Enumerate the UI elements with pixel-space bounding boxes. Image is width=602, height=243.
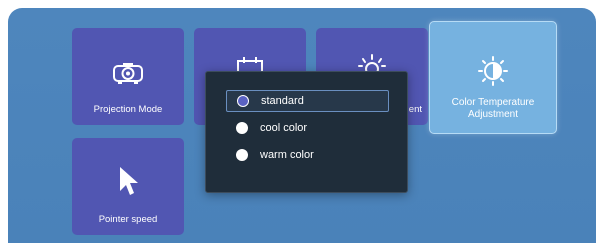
tile-label: Color Temperature Adjustment	[432, 97, 554, 121]
radio-selected-icon[interactable]	[237, 95, 249, 107]
option-label: standard	[261, 95, 304, 107]
tile-color-temperature-adjustment[interactable]: Color Temperature Adjustment	[429, 21, 557, 134]
settings-screen: Projection Mode ent Color Temperature Ad…	[8, 8, 596, 243]
tile-label: Projection Mode	[93, 104, 163, 115]
tile-label: Pointer speed	[98, 214, 158, 225]
color-temperature-popup: standard cool color warm color	[205, 71, 408, 193]
projector-icon	[72, 58, 184, 88]
option-warm-color[interactable]: warm color	[226, 144, 389, 166]
tile-projection-mode[interactable]: Projection Mode	[72, 28, 184, 125]
tile-pointer-speed[interactable]: Pointer speed	[72, 138, 184, 235]
color-temperature-icon	[430, 56, 556, 86]
option-label: cool color	[260, 122, 308, 134]
tile-label-line-1: Color Temperature	[451, 97, 535, 108]
radio-icon[interactable]	[236, 122, 248, 134]
radio-icon[interactable]	[236, 149, 248, 161]
option-standard[interactable]: standard	[226, 90, 389, 112]
option-cool-color[interactable]: cool color	[226, 117, 389, 139]
pointer-arrow-icon	[72, 166, 184, 196]
tile-label-line-2: Adjustment	[467, 109, 519, 120]
option-label: warm color	[260, 149, 314, 161]
